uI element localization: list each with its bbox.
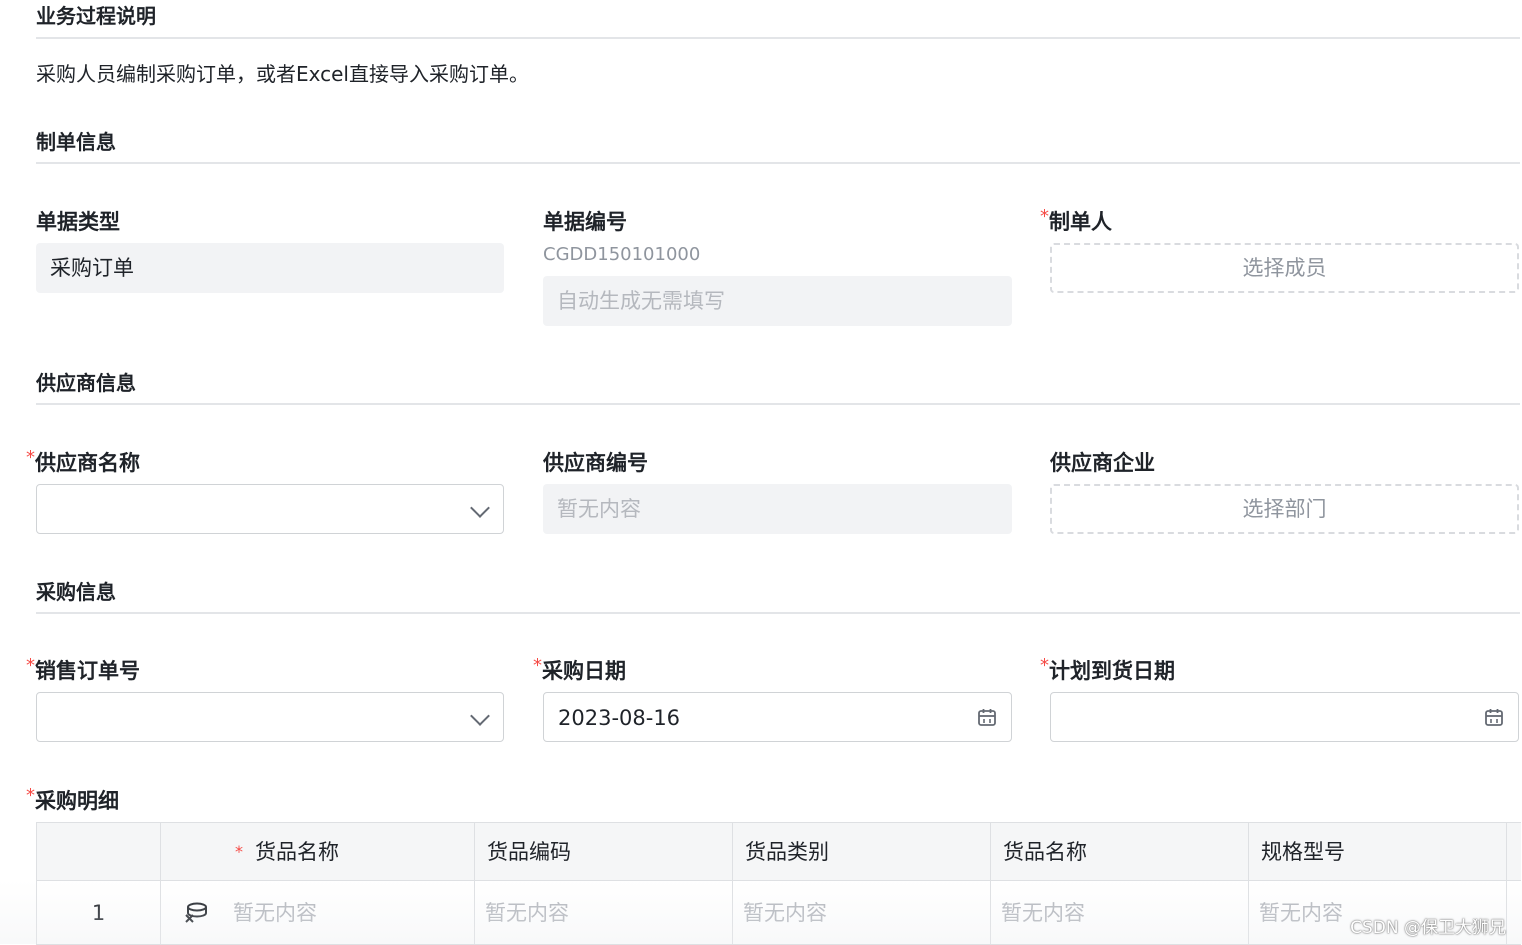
- creator-label: *制单人: [1040, 206, 1112, 234]
- doc-no-hint: CGDD150101000: [543, 244, 701, 265]
- table-cell-goods-name-2: 暂无内容: [991, 881, 1249, 945]
- select-member-button[interactable]: 选择成员: [1050, 243, 1519, 293]
- goods-name-placeholder: 暂无内容: [233, 901, 317, 925]
- chevron-down-icon: [470, 706, 490, 726]
- goods-picker-icon[interactable]: [183, 901, 209, 925]
- purchase-date-picker[interactable]: 2023-08-16: [543, 692, 1012, 742]
- section-title-supplier-info: 供应商信息: [36, 371, 136, 395]
- process-description: 采购人员编制采购订单，或者Excel直接导入采购订单。: [36, 62, 529, 86]
- arrival-date-label: *计划到货日期: [1040, 655, 1175, 683]
- section-title-process: 业务过程说明: [36, 4, 156, 28]
- supplier-name-select[interactable]: [36, 484, 504, 534]
- table-header-index: [37, 823, 161, 881]
- table-row-index: 1: [37, 881, 161, 945]
- table-cell-goods-category: 暂无内容: [733, 881, 991, 945]
- section-divider: [36, 37, 1520, 39]
- sales-order-label: *销售订单号: [26, 655, 140, 683]
- chevron-down-icon: [470, 498, 490, 518]
- supplier-company-label: 供应商企业: [1050, 451, 1155, 475]
- required-mark: *: [26, 655, 35, 676]
- table-cell-more: [1507, 881, 1521, 945]
- section-title-order-info: 制单信息: [36, 130, 116, 154]
- table-header-spec-model: 规格型号: [1249, 823, 1507, 881]
- table-cell-goods-code: 暂无内容: [475, 881, 733, 945]
- purchase-date-value: 2023-08-16: [558, 706, 681, 730]
- required-mark: *: [1040, 206, 1049, 227]
- supplier-code-field: 暂无内容: [543, 484, 1012, 534]
- section-divider: [36, 403, 1520, 405]
- required-mark: *: [26, 447, 35, 468]
- required-mark: *: [1040, 655, 1049, 676]
- supplier-name-label: *供应商名称: [26, 447, 140, 475]
- section-divider: [36, 612, 1520, 614]
- required-mark: *: [235, 842, 243, 861]
- calendar-icon[interactable]: [977, 707, 997, 727]
- required-mark: *: [533, 655, 542, 676]
- csdn-watermark: CSDN @保卫大狮兄: [1350, 918, 1506, 938]
- calendar-icon[interactable]: [1484, 707, 1504, 727]
- sales-order-select[interactable]: [36, 692, 504, 742]
- purchase-date-label: *采购日期: [533, 655, 626, 683]
- doc-type-field: 采购订单: [36, 243, 504, 293]
- table-header-more: [1507, 823, 1521, 881]
- table-header-goods-name-2: 货品名称: [991, 823, 1249, 881]
- section-divider: [36, 162, 1520, 164]
- doc-no-field: 自动生成无需填写: [543, 276, 1012, 326]
- table-header-goods-code: 货品编码: [475, 823, 733, 881]
- purchase-detail-table: * 货品名称 货品编码 货品类别 货品名称 规格型号 1 暂无内容 暂无内容 暂无…: [36, 822, 1521, 945]
- section-title-purchase-info: 采购信息: [36, 580, 116, 604]
- doc-no-label: 单据编号: [543, 210, 627, 234]
- select-department-button[interactable]: 选择部门: [1050, 484, 1519, 534]
- table-header-goods-name: * 货品名称: [161, 823, 475, 881]
- arrival-date-picker[interactable]: [1050, 692, 1519, 742]
- table-cell-goods-name[interactable]: 暂无内容: [161, 881, 475, 945]
- supplier-code-label: 供应商编号: [543, 451, 648, 475]
- doc-type-label: 单据类型: [36, 210, 120, 234]
- table-header-goods-category: 货品类别: [733, 823, 991, 881]
- required-mark: *: [26, 785, 35, 806]
- purchase-detail-label: *采购明细: [26, 785, 119, 813]
